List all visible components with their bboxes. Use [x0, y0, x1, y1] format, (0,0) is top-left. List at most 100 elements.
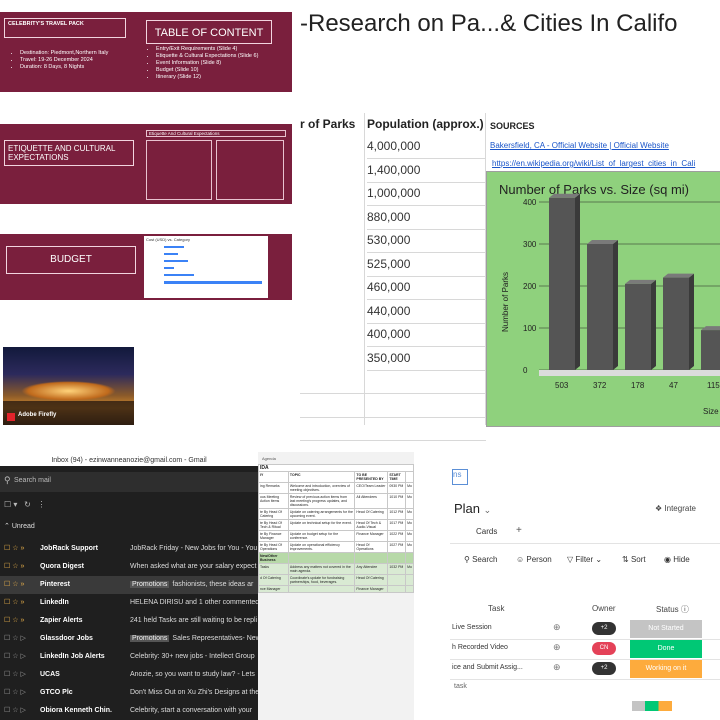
owner-avatar[interactable]: +2 [592, 662, 616, 675]
y-tick-label: 100 [523, 324, 537, 333]
task-row[interactable]: Live Session ⊕ +2 Not Started [450, 619, 720, 640]
x-tick-label: 503 [555, 381, 569, 390]
comment-icon[interactable]: ⊕ [553, 642, 561, 653]
source-link[interactable]: Bakersfield, CA - Official Website | Off… [490, 141, 669, 150]
status-label[interactable]: Done [630, 640, 702, 658]
row-controls-icon[interactable]: ☐ ☆ » [4, 576, 24, 594]
agenda-cell: Mo [405, 519, 414, 531]
owner-count: CN [599, 645, 609, 651]
email-subject: 241 held Tasks are still waiting to be r… [130, 612, 257, 630]
row-controls-icon[interactable]: ☐ ☆ ▷ [4, 666, 26, 684]
agenda-cell: Tasks [258, 563, 289, 575]
tab-fragment[interactable]: ns [452, 469, 468, 485]
y-tick-label: 0 [523, 366, 528, 375]
email-row[interactable]: ☐ ☆ ▷ Glassdoor Jobs Promotions Sales Repre… [0, 630, 258, 648]
tab-cards[interactable]: Cards [476, 527, 497, 536]
population-cell[interactable]: 880,000 [367, 206, 485, 230]
agenda-cell: Head Of Tech & Audio-Visual [354, 519, 389, 531]
bar [663, 277, 689, 370]
slide-header: Etiquette And Cultural Expectations [146, 130, 286, 137]
search-icon: ⚲ [4, 475, 11, 485]
population-cell[interactable]: 1,400,000 [367, 159, 485, 183]
email-row[interactable]: ☐ ☆ » Quora Digest When asked what are you… [0, 558, 258, 576]
add-view-icon[interactable]: + [516, 525, 522, 536]
owner-count: +2 [600, 625, 608, 631]
slide-thumbnail-etiquette[interactable]: ETIQUETTE AND CULTURAL EXPECTATIONS Etiq… [0, 124, 292, 204]
agenda-cell: Head Of Catering [354, 574, 389, 586]
column-header-parks[interactable]: r of Parks [300, 117, 364, 137]
person-tool[interactable]: ☺ Person [516, 555, 552, 564]
population-cell[interactable]: 460,000 [367, 276, 485, 300]
population-cell[interactable]: 400,000 [367, 323, 485, 347]
population-cell[interactable]: 525,000 [367, 253, 485, 277]
add-task[interactable]: task [454, 683, 467, 690]
email-subject-text: fashionists, these ideas ar [172, 581, 254, 588]
agenda-cell: te By Finance Manager [258, 530, 289, 542]
row-controls-icon[interactable]: ☐ ☆ » [4, 612, 24, 630]
task-name[interactable]: Live Session [452, 624, 492, 631]
population-cell[interactable]: 1,000,000 [367, 182, 485, 206]
agenda-cell [387, 585, 407, 593]
row-controls-icon[interactable]: ☐ ☆ » [4, 558, 24, 576]
task-name[interactable]: ice and Submit Assig... [452, 664, 523, 671]
filter-tool[interactable]: ▽ Filter ⌄ [567, 555, 602, 564]
email-row[interactable]: ☐ ☆ » Pinterest Promotions fashionists, the… [0, 576, 258, 594]
status-label[interactable]: Working on it [630, 660, 702, 678]
email-subject: Promotions Sales Representatives- New [130, 630, 258, 648]
owner-avatar[interactable]: +2 [592, 622, 616, 635]
task-row[interactable]: h Recorded Video ⊕ CN Done [450, 639, 720, 660]
spreadsheet[interactable]: r of Parks Population (approx.) 4,000,00… [300, 113, 720, 441]
sort-tool[interactable]: ⇅ Sort [622, 555, 646, 564]
comment-icon[interactable]: ⊕ [553, 622, 561, 633]
email-row[interactable]: ☐ ☆ ▷ Obiora Kenneth Chin. Celebrity, star… [0, 702, 258, 720]
source-link[interactable]: https://en.wikipedia.org/wiki/List_of_la… [492, 159, 695, 168]
agenda-cell: Coordinate's update for fundraising part… [287, 574, 356, 586]
owner-avatar[interactable]: CN [592, 642, 616, 655]
column-header-sources[interactable]: SOURCES [490, 121, 535, 131]
row-controls-icon[interactable]: ☐ ☆ ▷ [4, 648, 26, 666]
column-header-population[interactable]: Population (approx.) [367, 117, 487, 137]
unread-section[interactable]: ⌃ Unread [4, 522, 35, 530]
row-controls-icon[interactable]: ☐ ☆ » [4, 540, 24, 558]
email-row[interactable]: ☐ ☆ ▷ LinkedIn Job Alerts Celebrity: 30+ n… [0, 648, 258, 666]
population-cell[interactable]: 4,000,000 [367, 135, 485, 159]
email-subject: When asked what are your salary expect [130, 558, 256, 576]
comment-icon[interactable]: ⊕ [553, 662, 561, 673]
hide-tool[interactable]: ◉ Hide [664, 555, 690, 564]
row-controls-icon[interactable]: ☐ ☆ ▷ [4, 702, 26, 720]
email-row[interactable]: ☐ ☆ ▷ GTCO Plc Don't Miss Out on Xu Zhi's … [0, 684, 258, 702]
task-row[interactable]: ice and Submit Assig... ⊕ +2 Working on it [450, 659, 720, 680]
slide-thumbnail-title[interactable]: CELEBRITY'S TRAVEL PACK TABLE OF CONTENT… [0, 12, 292, 92]
row-controls-icon[interactable]: ☐ ☆ ▷ [4, 684, 26, 702]
column-header-task: Task [488, 604, 505, 613]
email-row[interactable]: ☐ ☆ » Zapier Alerts 241 held Tasks are sti… [0, 612, 258, 630]
trip-details-list: Destination: Piedmont,Northern Italy Tra… [10, 50, 108, 71]
budget-chart: Cost (USD) vs. Category [144, 236, 268, 298]
slide-thumbnail-budget[interactable]: BUDGET Cost (USD) vs. Category [0, 234, 292, 300]
population-cell[interactable]: 440,000 [367, 300, 485, 324]
agenda-cell: Head Of Catering [354, 508, 389, 520]
email-row[interactable]: ☐ ☆ » LinkedIn HELENA DIRISU and 1 other c… [0, 594, 258, 612]
row-controls-icon[interactable]: ☐ ☆ » [4, 594, 24, 612]
email-row[interactable]: ☐ ☆ » JobRack Support JobRack Friday - New… [0, 540, 258, 558]
status-label[interactable]: Not Started [630, 620, 702, 638]
email-sender: LinkedIn [40, 599, 69, 606]
agenda-cell [287, 585, 356, 593]
integrate-button[interactable]: ❖ Integrate [655, 504, 696, 513]
row-controls-icon[interactable]: ☐ ☆ ▷ [4, 630, 26, 648]
firefly-image[interactable]: Adobe Firefly [3, 347, 134, 425]
owner-count: +2 [600, 665, 608, 671]
search-tool[interactable]: ⚲ Search [464, 555, 497, 564]
board-title[interactable]: Plan ⌄ [454, 501, 491, 516]
email-row[interactable]: ☐ ☆ ▷ UCAS Anozie, so you want to study la… [0, 666, 258, 684]
search-input[interactable]: Search mail [14, 477, 51, 484]
x-tick-label: 372 [593, 381, 607, 390]
search-bar[interactable]: ⚲ Search mail [0, 472, 258, 492]
agenda-document[interactable]: Agenda IDA IY TOPIC TO BE PRESENTED BY S… [258, 452, 414, 720]
parks-chart[interactable]: Number of Parks vs. Size (sq mi) Number … [486, 171, 720, 427]
gmail-inbox[interactable]: ⚲ Search mail ☐ ▾ ↻ ⋮ ⌃ Unread ☐ ☆ » JobR… [0, 466, 258, 720]
plan-board[interactable]: ns Plan ⌄ ❖ Integrate Cards + ⚲ Search ☺… [450, 465, 720, 720]
population-cell[interactable]: 530,000 [367, 229, 485, 253]
population-cell[interactable]: 350,000 [367, 347, 485, 371]
task-name[interactable]: h Recorded Video [452, 644, 508, 651]
